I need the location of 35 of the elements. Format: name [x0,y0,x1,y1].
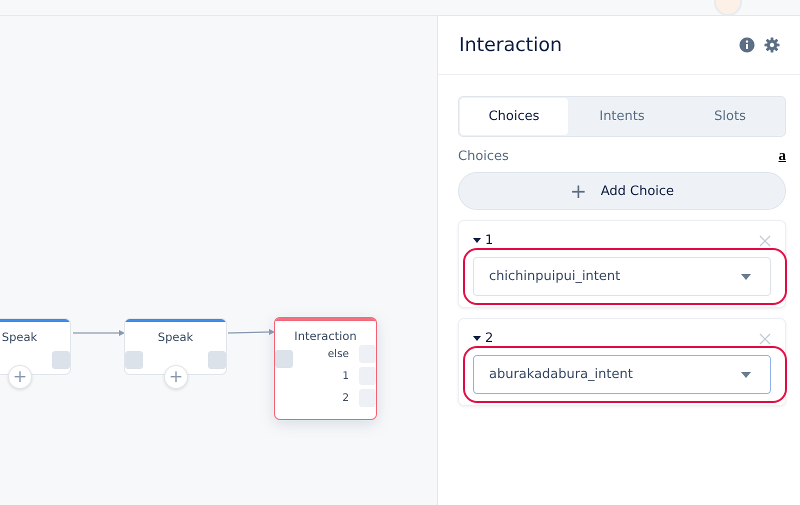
connector-arrow [228,329,275,335]
caret-icon [741,274,751,280]
output-port[interactable] [359,367,376,385]
node-title: Speak [0,330,38,344]
output-port[interactable] [359,389,376,407]
port-label: 2 [342,392,349,404]
connector-arrow [73,330,125,336]
section-label: Choices [458,149,509,164]
port-label: else [328,348,349,360]
add-choice-button[interactable]: + Add Choice [458,172,786,210]
panel-title: Interaction [459,34,564,56]
node-title: Interaction [293,329,358,343]
amazon-mark: a [778,148,786,165]
caret-icon [741,372,751,378]
tab[interactable]: Intents [568,98,676,135]
tab[interactable]: Choices [460,98,568,135]
intent-select[interactable]: chichinpuipui_intent [473,257,771,296]
settings-icon[interactable] [764,37,780,53]
node-title: Speak [156,330,194,344]
choice-number[interactable]: 2 [473,331,494,346]
caret-icon [473,336,481,341]
choice-number[interactable]: 1 [473,233,494,248]
output-port[interactable] [359,345,376,363]
caret-icon [473,238,481,243]
output-port[interactable] [208,351,226,369]
port-label: 1 [342,370,349,382]
close-icon[interactable] [759,234,771,246]
output-port[interactable] [52,351,70,369]
intent-select[interactable]: aburakadabura_intent [473,355,771,394]
info-icon[interactable] [739,37,755,53]
input-port[interactable] [275,350,293,368]
close-icon[interactable] [759,332,771,344]
flow-node[interactable]: Interaction else 1 2 [274,317,377,420]
tab[interactable]: Slots [676,98,784,135]
input-port[interactable] [125,351,143,369]
